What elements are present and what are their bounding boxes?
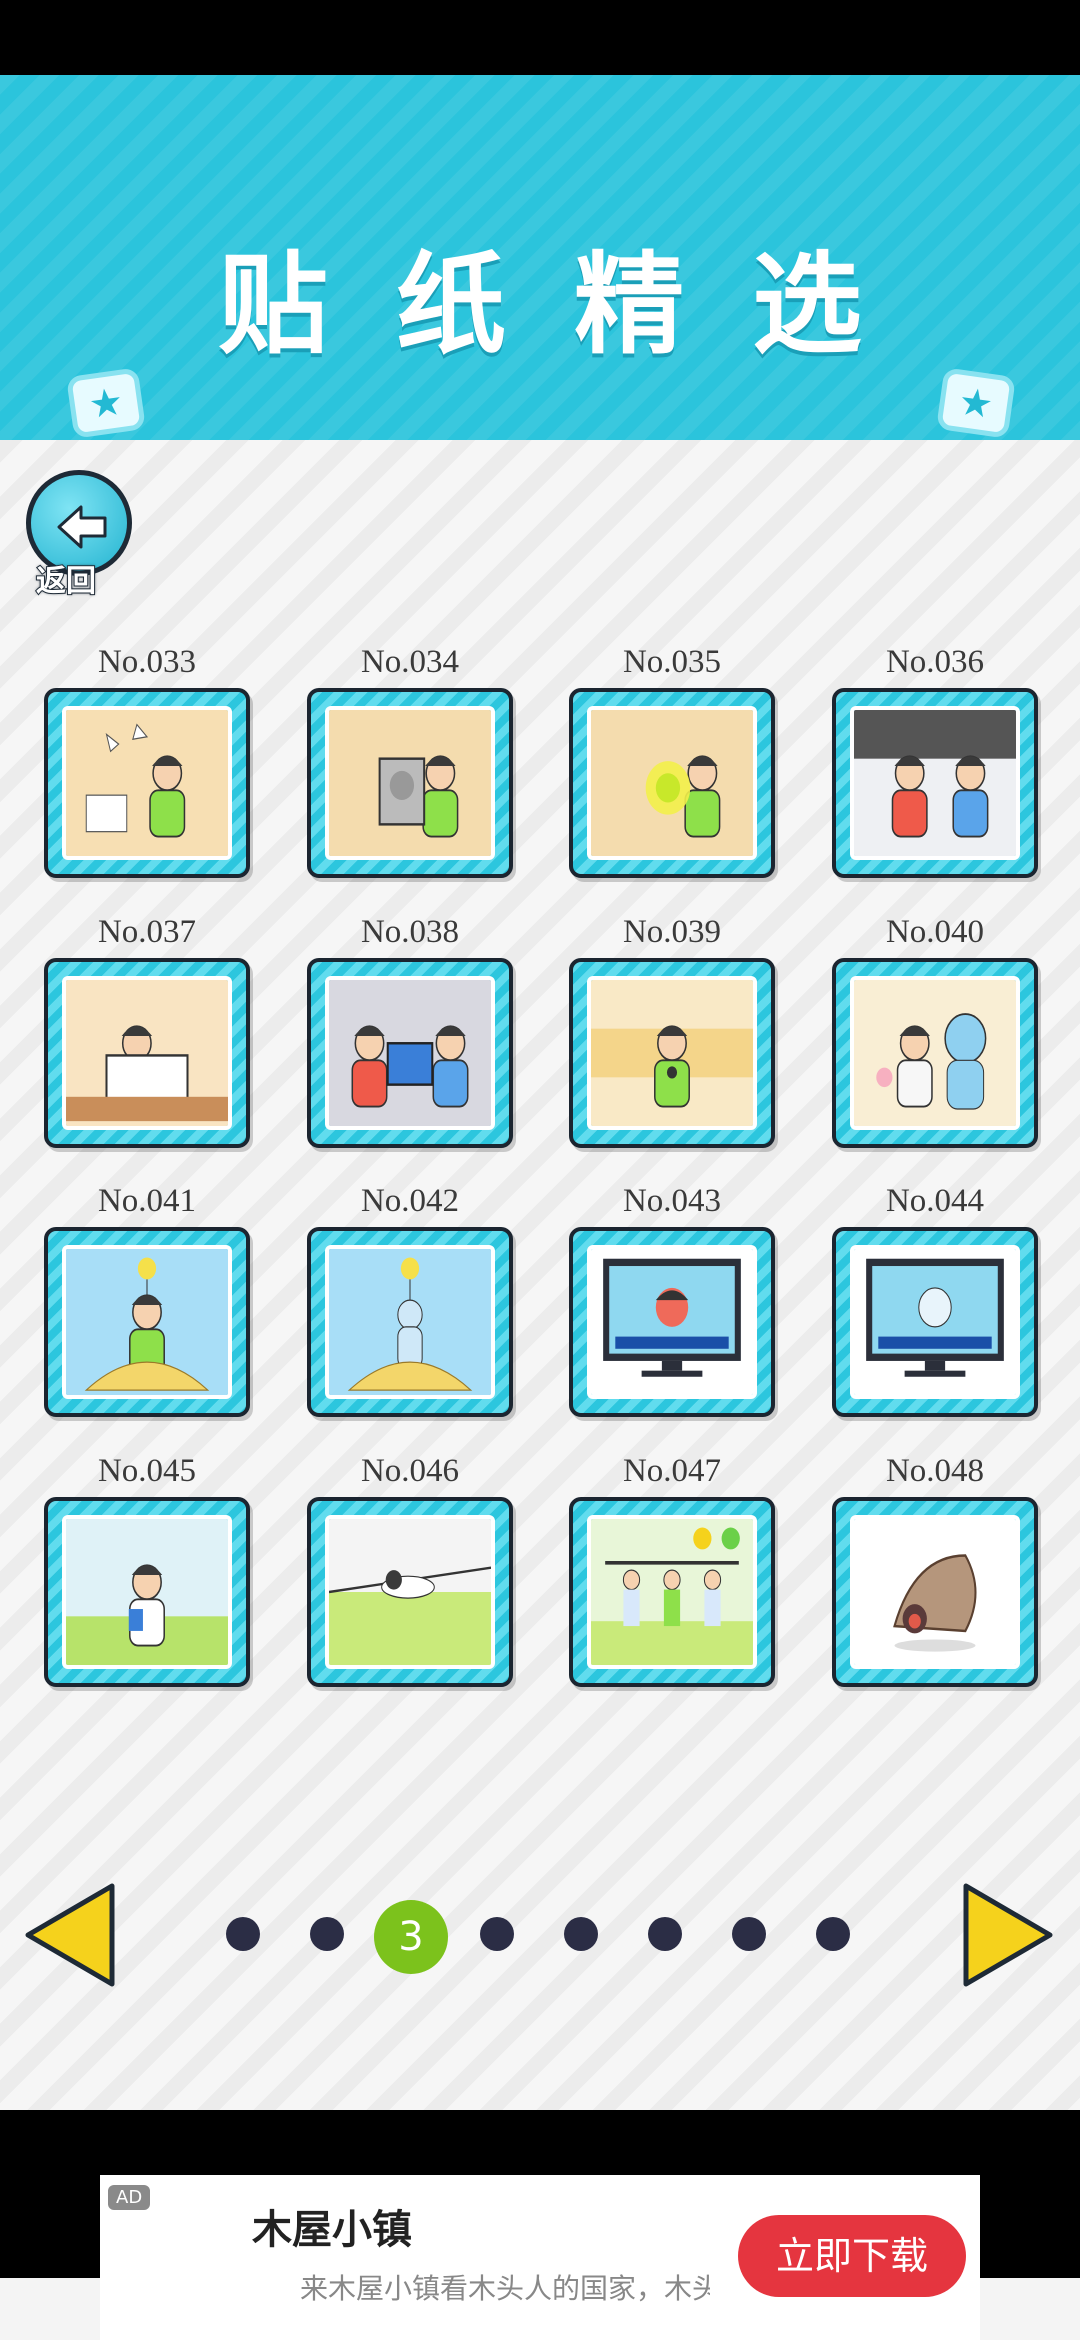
sticker-number-label: No.034 <box>360 644 460 680</box>
sticker-frame[interactable] <box>569 688 775 878</box>
sticker-number-label: No.041 <box>97 1183 197 1219</box>
sticker-thumbnail <box>587 706 757 860</box>
star-card-icon: ★ <box>936 367 1016 439</box>
sticker-thumbnail <box>850 1515 1020 1669</box>
page-dot[interactable] <box>310 1917 344 1951</box>
sticker-cell[interactable]: No.046 <box>305 1445 515 1687</box>
sticker-cell[interactable]: No.048 <box>830 1445 1040 1687</box>
ad-title: 木屋小镇 <box>252 2207 412 2253</box>
sticker-thumbnail <box>62 1515 232 1669</box>
sticker-thumbnail <box>850 1245 1020 1399</box>
page-title: 贴纸精选 <box>218 241 930 369</box>
sticker-cell[interactable]: No.039 <box>567 906 777 1148</box>
sticker-number-label: No.038 <box>360 914 460 950</box>
sticker-frame[interactable] <box>44 1497 250 1687</box>
sticker-frame[interactable] <box>44 958 250 1148</box>
sticker-number-label: No.047 <box>622 1453 722 1489</box>
sticker-thumbnail <box>850 976 1020 1130</box>
sticker-frame[interactable] <box>569 1497 775 1687</box>
ad-subtitle: 来木屋小镇看木头人的国家，木头 <box>300 2272 710 2305</box>
sticker-frame[interactable] <box>569 1227 775 1417</box>
sticker-cell[interactable]: No.040 <box>830 906 1040 1148</box>
page-dot[interactable] <box>816 1917 850 1951</box>
sticker-frame[interactable] <box>44 1227 250 1417</box>
sticker-thumbnail <box>325 706 495 860</box>
page-dot[interactable] <box>564 1917 598 1951</box>
sticker-cell[interactable]: No.043 <box>567 1175 777 1417</box>
sticker-cell[interactable]: No.045 <box>42 1445 252 1687</box>
page-dot[interactable] <box>480 1917 514 1951</box>
sticker-thumbnail <box>325 1245 495 1399</box>
sticker-cell[interactable]: No.042 <box>305 1175 515 1417</box>
back-arrow-icon <box>57 505 107 549</box>
sticker-number-label: No.044 <box>885 1183 985 1219</box>
ad-badge: AD <box>108 2185 151 2210</box>
sticker-thumbnail <box>62 706 232 860</box>
sticker-thumbnail <box>850 706 1020 860</box>
sticker-cell[interactable]: No.036 <box>830 636 1040 878</box>
sticker-number-label: No.046 <box>360 1453 460 1489</box>
back-button[interactable]: 返回 <box>26 470 138 600</box>
sticker-number-label: No.048 <box>885 1453 985 1489</box>
page-dot[interactable] <box>226 1917 260 1951</box>
sticker-frame[interactable] <box>307 1227 513 1417</box>
sticker-frame[interactable] <box>44 688 250 878</box>
sticker-number-label: No.042 <box>360 1183 460 1219</box>
sticker-cell[interactable]: No.047 <box>567 1445 777 1687</box>
sticker-cell[interactable]: No.037 <box>42 906 252 1148</box>
sticker-frame[interactable] <box>307 958 513 1148</box>
back-button-label: 返回 <box>35 563 97 600</box>
ad-banner[interactable]: AD 木屋小镇 来木屋小镇看木头人的国家，木头 立即下载 <box>100 2175 980 2340</box>
sticker-frame[interactable] <box>307 688 513 878</box>
sticker-thumbnail <box>62 1245 232 1399</box>
page-dot[interactable] <box>648 1917 682 1951</box>
page-dot-active[interactable]: 3 <box>374 1900 448 1974</box>
sticker-frame[interactable] <box>832 1227 1038 1417</box>
sticker-thumbnail <box>325 976 495 1130</box>
sticker-thumbnail <box>587 976 757 1130</box>
sticker-cell[interactable]: No.035 <box>567 636 777 878</box>
sticker-frame[interactable] <box>832 958 1038 1148</box>
sticker-frame[interactable] <box>832 1497 1038 1687</box>
sticker-frame[interactable] <box>832 688 1038 878</box>
sticker-cell[interactable]: No.038 <box>305 906 515 1148</box>
sticker-frame[interactable] <box>569 958 775 1148</box>
sticker-number-label: No.040 <box>885 914 985 950</box>
sticker-number-label: No.039 <box>622 914 722 950</box>
sticker-thumbnail <box>587 1515 757 1669</box>
sticker-thumbnail <box>62 976 232 1130</box>
sticker-number-label: No.043 <box>622 1183 722 1219</box>
sticker-cell[interactable]: No.044 <box>830 1175 1040 1417</box>
page-indicator: 3 <box>0 1900 1080 1974</box>
sticker-number-label: No.045 <box>97 1453 197 1489</box>
sticker-number-label: No.037 <box>97 914 197 950</box>
sticker-thumbnail <box>325 1515 495 1669</box>
sticker-number-label: No.033 <box>97 644 197 680</box>
ad-download-button[interactable]: 立即下载 <box>738 2215 966 2297</box>
sticker-frame[interactable] <box>307 1497 513 1687</box>
sticker-cell[interactable]: No.041 <box>42 1175 252 1417</box>
sticker-thumbnail <box>587 1245 757 1399</box>
sticker-number-label: No.036 <box>885 644 985 680</box>
star-card-icon: ★ <box>66 367 146 439</box>
status-bar <box>0 0 1080 75</box>
sticker-number-label: No.035 <box>622 644 722 680</box>
sticker-cell[interactable]: No.033 <box>42 636 252 878</box>
sticker-cell[interactable]: No.034 <box>305 636 515 878</box>
page-dot[interactable] <box>732 1917 766 1951</box>
